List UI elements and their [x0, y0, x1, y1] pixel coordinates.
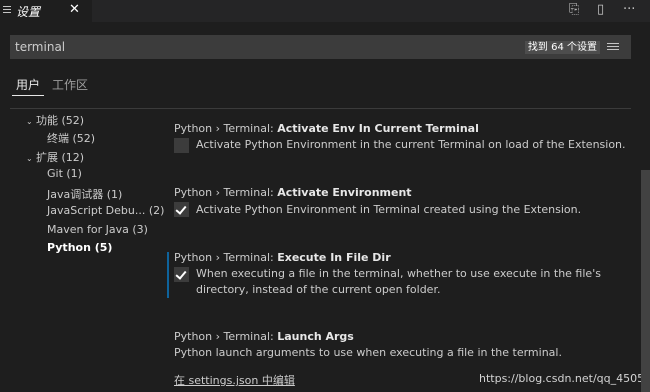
setting-description: Activate Python Environment in Terminal …: [196, 203, 582, 216]
check-icon: [175, 268, 187, 280]
toc-item-python[interactable]: Python (5): [47, 241, 112, 254]
split-editor-icon[interactable]: ▯: [597, 2, 604, 17]
settings-tab[interactable]: 设置 ✕: [0, 0, 92, 22]
toc-label: 扩展 (12): [36, 151, 85, 164]
focused-setting-indicator: [167, 252, 169, 298]
check-icon: [175, 203, 187, 215]
toc-item-features[interactable]: ⌄ 功能 (52): [26, 112, 84, 128]
toc-label: JavaScript Debu... (2): [47, 204, 165, 217]
chevron-down-icon: ⌄: [26, 117, 33, 126]
toc-item-javascript-debugger[interactable]: JavaScript Debu... (2): [47, 204, 164, 217]
filter-icon[interactable]: [607, 43, 619, 53]
toc-item-extensions[interactable]: ⌄ 扩展 (12): [26, 149, 84, 165]
toc-label: 终端 (52): [47, 132, 96, 145]
toc-label: Python (5): [47, 241, 113, 254]
tab-workspace[interactable]: 工作区: [52, 76, 88, 93]
toc-label: Maven for Java (3): [47, 223, 148, 236]
toc-item-maven-for-java[interactable]: Maven for Java (3): [47, 223, 148, 236]
scrollbar-thumb[interactable]: [641, 170, 650, 392]
toc-label: Git (1): [47, 167, 82, 180]
setting-title-activate-environment: Python › Terminal: Activate Environment: [174, 186, 412, 199]
setting-description: Python launch arguments to use when exec…: [174, 346, 562, 359]
editor-tab-bar: 设置 ✕ ⎘ ▯ ···: [0, 0, 650, 22]
active-tab-indicator: [12, 95, 44, 96]
execute-in-file-dir-checkbox[interactable]: [174, 267, 189, 282]
more-actions-icon[interactable]: ···: [623, 2, 635, 17]
toc-item-terminal[interactable]: 终端 (52): [47, 130, 95, 146]
chevron-down-icon: ⌄: [26, 154, 33, 163]
toc-item-java-debugger[interactable]: Java调试器 (1): [47, 186, 122, 202]
watermark-text: https://blog.csdn.net/qq_45053285: [479, 372, 650, 385]
activate-env-in-current-terminal-checkbox[interactable]: [174, 138, 189, 153]
toc-label: Java调试器 (1): [47, 188, 123, 201]
setting-title-activate-env-in-current-terminal: Python › Terminal: Activate Env In Curre…: [174, 122, 479, 135]
settings-list-icon: [3, 6, 11, 16]
settings-search-box[interactable]: terminal 找到 64 个设置: [10, 35, 631, 59]
toc-item-git[interactable]: Git (1): [47, 167, 82, 180]
edit-in-settings-json-link[interactable]: 在 settings.json 中编辑: [174, 372, 295, 388]
header-divider: [10, 108, 631, 109]
setting-title-execute-in-file-dir: Python › Terminal: Execute In File Dir: [174, 251, 391, 264]
result-count-badge: 找到 64 个设置: [524, 41, 600, 54]
setting-description: When executing a file in the terminal, w…: [196, 267, 601, 296]
setting-description: Activate Python Environment in the curre…: [196, 138, 626, 151]
open-settings-json-icon[interactable]: ⎘: [569, 2, 579, 17]
setting-title-launch-args: Python › Terminal: Launch Args: [174, 330, 354, 343]
close-icon[interactable]: ✕: [69, 2, 80, 17]
activate-environment-checkbox[interactable]: [174, 202, 189, 217]
tab-title: 设置: [16, 5, 41, 19]
toc-label: 功能 (52): [36, 114, 85, 127]
tab-user[interactable]: 用户: [16, 76, 40, 93]
search-input[interactable]: terminal: [15, 40, 65, 54]
